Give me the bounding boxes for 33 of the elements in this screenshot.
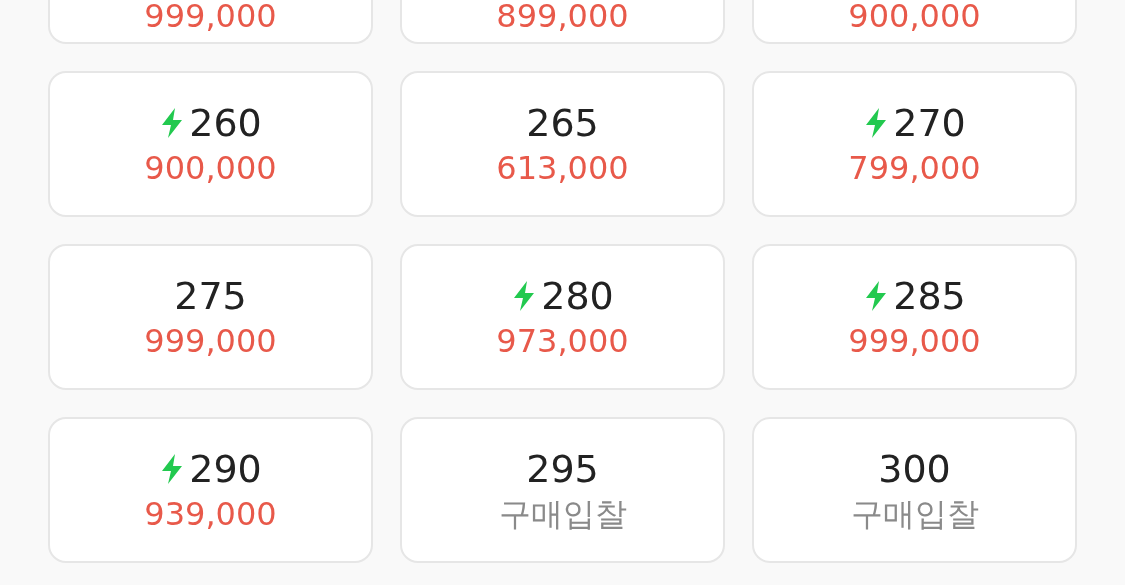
price-text: 973,000	[496, 325, 629, 357]
price-text: 799,000	[848, 152, 981, 184]
size-text: 275	[174, 277, 247, 315]
size-text: 295	[526, 450, 599, 488]
size-text: 265	[526, 104, 599, 142]
price-text: 900,000	[848, 0, 981, 32]
size-text: 290	[189, 450, 262, 488]
size-option-card[interactable]: 999,000	[48, 0, 373, 44]
size-option-card[interactable]: 275 999,000	[48, 244, 373, 390]
size-text: 270	[893, 104, 966, 142]
price-text: 613,000	[496, 152, 629, 184]
size-option-card[interactable]: 270 799,000	[752, 71, 1077, 217]
size-text: 280	[541, 277, 614, 315]
size-option-card[interactable]: 899,000	[400, 0, 725, 44]
size-option-card[interactable]: 290 939,000	[48, 417, 373, 563]
size-text: 300	[878, 450, 951, 488]
size-option-card[interactable]: 260 900,000	[48, 71, 373, 217]
price-text: 939,000	[144, 498, 277, 530]
price-text: 999,000	[144, 325, 277, 357]
price-text: 900,000	[144, 152, 277, 184]
size-text: 285	[893, 277, 966, 315]
price-text: 999,000	[144, 0, 277, 32]
size-option-card[interactable]: 285 999,000	[752, 244, 1077, 390]
size-option-card[interactable]: 280 973,000	[400, 244, 725, 390]
size-option-card[interactable]: 900,000	[752, 0, 1077, 44]
size-option-card[interactable]: 265 613,000	[400, 71, 725, 217]
price-text: 899,000	[496, 0, 629, 32]
bid-text: 구매입찰	[850, 498, 979, 530]
price-text: 999,000	[848, 325, 981, 357]
size-option-card[interactable]: 295 구매입찰	[400, 417, 725, 563]
size-option-card[interactable]: 300 구매입찰	[752, 417, 1077, 563]
size-text: 260	[189, 104, 262, 142]
bid-text: 구매입찰	[498, 498, 627, 530]
